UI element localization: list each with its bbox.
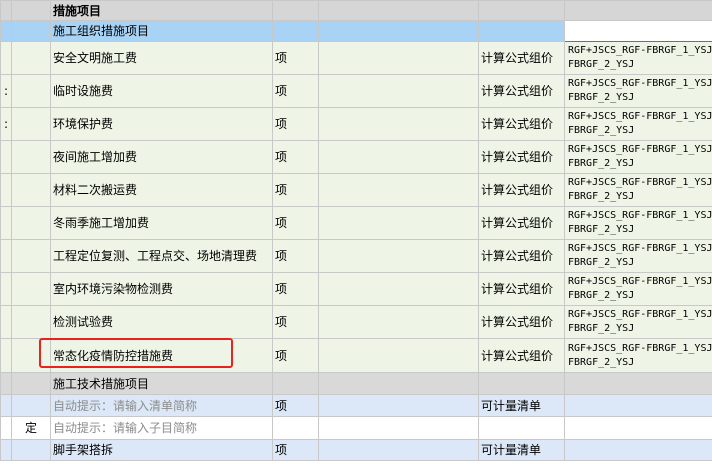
active-cell[interactable] [564, 20, 712, 42]
item-name[interactable]: 冬雨季施工增加费 [50, 206, 273, 240]
row-code-cell[interactable] [11, 74, 51, 108]
item-method[interactable]: 计算公式组价 [478, 74, 565, 108]
item-unit[interactable]: 项 [272, 305, 319, 339]
row-code-cell[interactable] [11, 107, 51, 141]
row-code-cell[interactable] [11, 338, 51, 373]
row-marker[interactable] [0, 305, 12, 339]
item-unit[interactable]: 项 [272, 173, 319, 207]
item-spec-cell[interactable] [318, 305, 479, 339]
item-method[interactable]: 计算公式组价 [478, 305, 565, 339]
item-method[interactable]: 计算公式组价 [478, 206, 565, 240]
item-name[interactable]: 环境保护费 [50, 107, 273, 141]
measure-item-row[interactable]: 室内环境污染物检测费项 计算公式组价 RGF+JSCS_RGF-FBRGF_1_YS… [0, 272, 712, 306]
row-code-cell[interactable] [11, 173, 51, 207]
item-name[interactable]: 常态化疫情防控措施费 [50, 338, 273, 373]
item-formula[interactable]: RGF+JSCS_RGF-FBRGF_1_YSJ FBRGF_2_YSJ [564, 173, 712, 207]
header-row: 措施项目 [0, 0, 712, 21]
item-unit[interactable]: 项 [272, 140, 319, 174]
item-name[interactable]: 材料二次搬运费 [50, 173, 273, 207]
item-unit[interactable]: 项 [272, 107, 319, 141]
item-formula[interactable]: RGF+JSCS_RGF-FBRGF_1_YSJ FBRGF_2_YSJ [564, 41, 712, 75]
item-method[interactable]: 计算公式组价 [478, 338, 565, 373]
row-code-cell[interactable] [11, 239, 51, 273]
item-unit[interactable]: 项 [272, 206, 319, 240]
item-unit[interactable]: 项 [272, 439, 319, 461]
item-unit[interactable]: 项 [272, 394, 319, 417]
measure-item-row[interactable]: 夜间施工增加费项 计算公式组价 RGF+JSCS_RGF-FBRGF_1_YSJ F… [0, 140, 712, 174]
item-method[interactable]: 计算公式组价 [478, 272, 565, 306]
scaffold-row[interactable]: 脚手架搭拆项 可计量清单 [0, 439, 712, 461]
row-code-cell[interactable] [11, 206, 51, 240]
row-marker[interactable]: : [0, 107, 12, 141]
category-row-tech[interactable]: 施工技术措施项目 [0, 372, 712, 395]
item-spec-cell[interactable] [318, 140, 479, 174]
row-marker[interactable] [0, 140, 12, 174]
measures-grid: 措施项目 施工组织措施项目 安全文明施工费项计算公式组价 RGF+JSCS_RGF… [0, 0, 712, 461]
item-name[interactable]: 工程定位复测、工程点交、场地清理费 [50, 239, 273, 273]
item-name[interactable]: 检测试验费 [50, 305, 273, 339]
item-method[interactable]: 计算公式组价 [478, 239, 565, 273]
measure-item-row[interactable]: 检测试验费项 计算公式组价 RGF+JSCS_RGF-FBRGF_1_YSJ FBR… [0, 305, 712, 339]
item-formula[interactable]: RGF+JSCS_RGF-FBRGF_1_YSJ FBRGF_2_YSJ [564, 338, 712, 373]
item-name[interactable]: 夜间施工增加费 [50, 140, 273, 174]
item-formula[interactable]: RGF+JSCS_RGF-FBRGF_1_YSJ FBRGF_2_YSJ [564, 305, 712, 339]
row-marker[interactable]: : [0, 74, 12, 108]
item-method[interactable]: 可计量清单 [478, 439, 565, 461]
row-type-marker[interactable]: 定 [11, 416, 51, 440]
item-formula[interactable]: RGF+JSCS_RGF-FBRGF_1_YSJ FBRGF_2_YSJ [564, 206, 712, 240]
measure-item-row[interactable]: 工程定位复测、工程点交、场地清理费项 计算公式组价 RGF+JSCS_RGF-FBR… [0, 239, 712, 273]
item-unit[interactable]: 项 [272, 41, 319, 75]
item-formula[interactable]: RGF+JSCS_RGF-FBRGF_1_YSJ FBRGF_2_YSJ [564, 107, 712, 141]
item-unit[interactable]: 项 [272, 239, 319, 273]
row-marker[interactable] [0, 239, 12, 273]
item-method[interactable]: 计算公式组价 [478, 140, 565, 174]
subitem-hint-input[interactable]: 自动提示：请输入子目简称 [50, 416, 273, 440]
measure-item-row[interactable]: 冬雨季施工增加费项 计算公式组价 RGF+JSCS_RGF-FBRGF_1_YSJ … [0, 206, 712, 240]
item-name[interactable]: 脚手架搭拆 [50, 439, 273, 461]
row-code-cell[interactable] [11, 272, 51, 306]
measure-item-row[interactable]: : 环境保护费项 计算公式组价 RGF+JSCS_RGF-FBRGF_1_YSJ FB… [0, 107, 712, 141]
item-method[interactable]: 可计量清单 [478, 394, 565, 417]
subitem-hint-row[interactable]: 定自动提示：请输入子目简称 [0, 416, 712, 440]
item-spec-cell[interactable] [318, 338, 479, 373]
measure-item-row[interactable]: 材料二次搬运费项 计算公式组价 RGF+JSCS_RGF-FBRGF_1_YSJ F… [0, 173, 712, 207]
item-spec-cell[interactable] [318, 41, 479, 75]
measure-item-row[interactable]: : 临时设施费项 计算公式组价 RGF+JSCS_RGF-FBRGF_1_YSJ FB… [0, 74, 712, 108]
item-spec-cell[interactable] [318, 173, 479, 207]
item-formula[interactable]: RGF+JSCS_RGF-FBRGF_1_YSJ FBRGF_2_YSJ [564, 140, 712, 174]
list-hint-row[interactable]: 自动提示：请输入清单简称项 可计量清单 [0, 394, 712, 417]
category-name[interactable]: 施工技术措施项目 [50, 372, 273, 395]
measure-item-row[interactable]: 安全文明施工费项 计算公式组价 RGF+JSCS_RGF-FBRGF_1_YSJ F… [0, 41, 712, 75]
item-unit[interactable]: 项 [272, 272, 319, 306]
row-code-cell[interactable] [11, 305, 51, 339]
header-title: 措施项目 [50, 0, 273, 21]
item-spec-cell[interactable] [318, 107, 479, 141]
item-formula[interactable]: RGF+JSCS_RGF-FBRGF_1_YSJ FBRGF_2_YSJ [564, 74, 712, 108]
item-name[interactable]: 室内环境污染物检测费 [50, 272, 273, 306]
item-name[interactable]: 安全文明施工费 [50, 41, 273, 75]
category-row-org[interactable]: 施工组织措施项目 [0, 20, 712, 42]
row-marker[interactable] [0, 206, 12, 240]
item-unit[interactable]: 项 [272, 338, 319, 373]
row-marker[interactable] [0, 173, 12, 207]
row-marker[interactable] [0, 41, 12, 75]
item-method[interactable]: 计算公式组价 [478, 107, 565, 141]
row-code-cell[interactable] [11, 140, 51, 174]
row-marker[interactable] [0, 272, 12, 306]
category-name[interactable]: 施工组织措施项目 [50, 20, 273, 42]
item-name[interactable]: 临时设施费 [50, 74, 273, 108]
item-method[interactable]: 计算公式组价 [478, 173, 565, 207]
measure-item-row[interactable]: 常态化疫情防控措施费项 计算公式组价 RGF+JSCS_RGF-FBRGF_1_YS… [0, 338, 712, 373]
item-method[interactable]: 计算公式组价 [478, 41, 565, 75]
item-spec-cell[interactable] [318, 239, 479, 273]
item-formula[interactable]: RGF+JSCS_RGF-FBRGF_1_YSJ FBRGF_2_YSJ [564, 272, 712, 306]
row-code-cell[interactable] [11, 41, 51, 75]
item-spec-cell[interactable] [318, 206, 479, 240]
item-unit[interactable]: 项 [272, 74, 319, 108]
list-hint-input[interactable]: 自动提示：请输入清单简称 [50, 394, 273, 417]
item-formula[interactable]: RGF+JSCS_RGF-FBRGF_1_YSJ FBRGF_2_YSJ [564, 239, 712, 273]
item-spec-cell[interactable] [318, 272, 479, 306]
row-marker[interactable] [0, 338, 12, 373]
item-spec-cell[interactable] [318, 74, 479, 108]
